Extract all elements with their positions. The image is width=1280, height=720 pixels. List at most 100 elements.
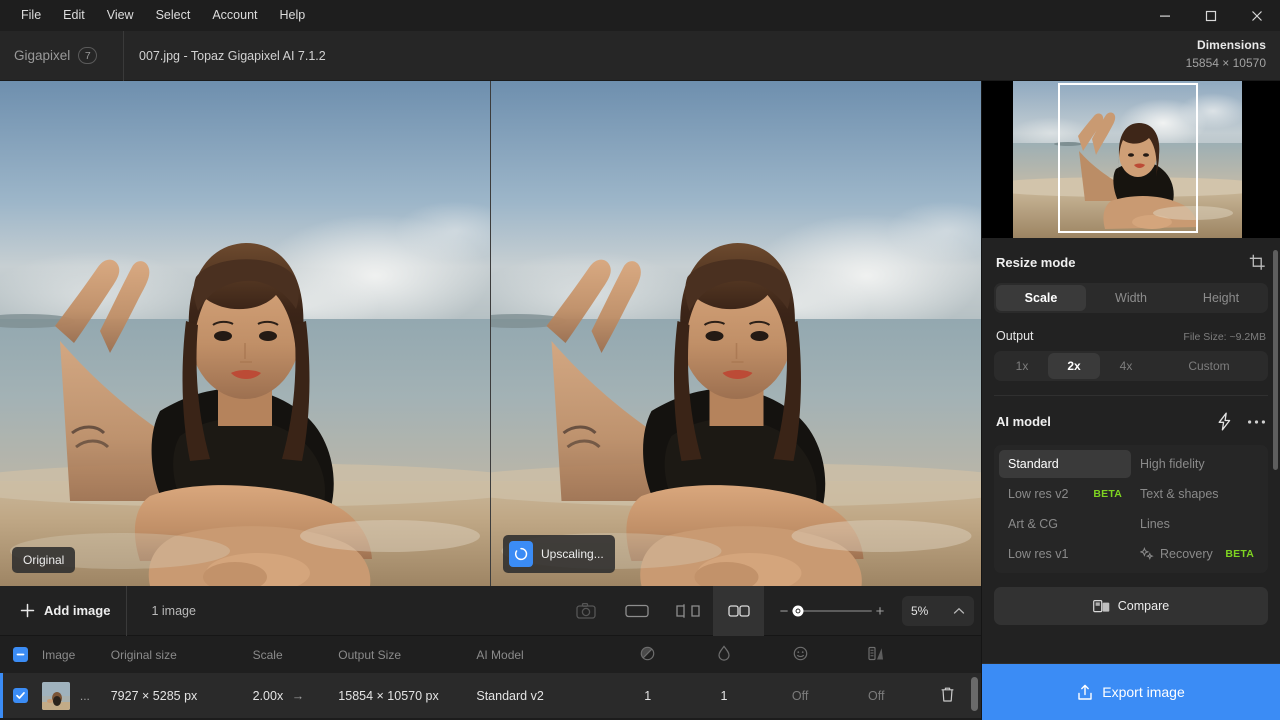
output-option-1x[interactable]: 1x [996,353,1048,379]
row-output-size: 15854 × 10570 px [338,689,476,703]
document-title: 007.jpg - Topaz Gigapixel AI 7.1.2 [124,49,326,63]
select-all-checkbox[interactable] [13,647,28,662]
denoise-drop-icon [717,645,731,661]
file-list-header: Image Original size Scale Output Size AI… [0,636,981,673]
output-file-size: File Size: ~9.2MB [1183,331,1266,343]
row-color-value[interactable]: Off [838,689,914,703]
menu-item-view[interactable]: View [96,5,145,26]
navigator-viewport-rect[interactable] [1058,83,1198,233]
menu-item-select[interactable]: Select [145,5,202,26]
check-icon [15,690,26,701]
menu-item-edit[interactable]: Edit [52,5,96,26]
zoom-level-selector[interactable]: 5% [902,596,974,626]
ai-model-option-lines[interactable]: Lines [1131,510,1263,538]
dimensions-label: Dimensions [1186,38,1266,52]
file-list-scrollbar[interactable] [971,677,978,711]
zoom-out-button[interactable]: − [776,603,792,620]
row-scale[interactable]: 2.00x → [253,689,339,703]
zoom-slider[interactable] [792,604,872,618]
ai-model-option-low-res-v1[interactable]: Low res v1 [999,540,1131,568]
ai-model-option-recovery[interactable]: Recovery BETA [1131,540,1263,568]
column-header-color[interactable] [838,646,914,664]
beta-badge-recovery: BETA [1225,548,1254,560]
window-controls [1142,0,1280,31]
output-option-2x[interactable]: 2x [1048,353,1100,379]
trash-icon [940,686,955,703]
row-ai-model[interactable]: Standard v2 [476,689,609,703]
zoom-slider-track [792,610,872,612]
export-image-button[interactable]: Export image [982,664,1280,720]
compare-label: Compare [1118,599,1169,613]
file-list: Image Original size Scale Output Size AI… [0,636,981,720]
ai-model-option-high-fidelity[interactable]: High fidelity [1131,450,1263,478]
column-header-image[interactable]: Image [42,648,105,662]
settings-panel-scrollbar[interactable] [1273,250,1278,470]
crop-icon [1249,254,1266,271]
resize-mode-section: Resize mode Scale Width Height [982,238,1280,396]
side-by-side-view-button[interactable] [713,586,764,636]
menu-items: File Edit View Select Account Help [0,5,316,26]
auto-settings-button[interactable] [1216,412,1233,431]
column-header-ai-model[interactable]: AI Model [476,648,609,662]
menu-item-account[interactable]: Account [201,5,268,26]
close-button[interactable] [1234,0,1280,31]
lightning-bolt-icon [1216,412,1233,431]
table-row[interactable]: ... 7927 × 5285 px 2.00x → 15854 × 10570… [0,673,981,718]
minimize-button[interactable] [1142,0,1188,31]
original-pane[interactable]: Original [0,81,490,586]
column-header-denoise[interactable] [686,645,762,664]
resize-mode-height-option[interactable]: Height [1176,285,1266,311]
row-sharpen-value[interactable]: 1 [610,689,686,703]
column-header-sharpen[interactable] [610,646,686,664]
ai-model-option-text-shapes[interactable]: Text & shapes [1131,480,1263,508]
resize-mode-width-option[interactable]: Width [1086,285,1176,311]
maximize-button[interactable] [1188,0,1234,31]
zoom-slider-knob[interactable] [793,606,804,617]
row-face-recovery-value[interactable]: Off [762,689,838,703]
export-image-label: Export image [1102,684,1184,700]
upscaling-label: Upscaling... [541,547,604,561]
brand-name: Gigapixel [14,48,70,63]
compare-icon [1093,599,1110,614]
menu-item-help[interactable]: Help [269,5,317,26]
column-header-face-recovery[interactable] [762,646,838,664]
row-checkbox[interactable] [13,688,28,703]
single-view-button[interactable] [611,586,662,636]
ai-model-label-standard: Standard [1008,457,1059,471]
output-option-custom[interactable]: Custom [1152,353,1266,379]
resize-mode-scale-option[interactable]: Scale [996,285,1086,311]
row-original-size: 7927 × 5285 px [105,689,253,703]
column-header-original-size[interactable]: Original size [105,648,253,662]
row-thumbnail-cell[interactable]: ... [42,682,105,710]
row-denoise-value[interactable]: 1 [686,689,762,703]
row-scale-value: 2.00x [253,689,284,703]
navigator-preview[interactable] [982,81,1280,238]
column-header-scale[interactable]: Scale [253,648,339,662]
zoom-level-value: 5% [911,604,928,618]
column-header-output-size[interactable]: Output Size [338,648,476,662]
output-title: Output [996,329,1034,343]
zoom-in-button[interactable]: + [872,603,888,620]
row-filename: ... [70,689,90,703]
add-image-button[interactable]: Add image [0,586,127,636]
ai-model-option-low-res-v2[interactable]: Low res v2 BETA [999,480,1131,508]
more-options-button[interactable] [1247,419,1266,425]
ai-model-option-art-cg[interactable]: Art & CG [999,510,1131,538]
output-option-4x[interactable]: 4x [1100,353,1152,379]
original-label-pill: Original [12,547,75,573]
ai-model-option-standard[interactable]: Standard [999,450,1131,478]
face-recovery-icon [793,646,808,661]
sparkle-icon [1140,547,1154,561]
color-adjust-icon [868,646,884,661]
menu-item-file[interactable]: File [10,5,52,26]
select-all-checkbox-cell[interactable] [0,647,42,662]
split-view-button[interactable] [662,586,713,636]
row-checkbox-cell[interactable] [0,688,42,703]
crop-button[interactable] [1249,254,1266,271]
brand-area: Gigapixel 7 [0,31,124,81]
settings-scroll-area: Resize mode Scale Width Height [982,238,1280,663]
snapshot-button[interactable] [560,586,611,636]
sharpen-icon [640,646,655,661]
upscaled-pane[interactable]: Upscaling... [490,81,981,586]
compare-button[interactable]: Compare [994,587,1268,625]
